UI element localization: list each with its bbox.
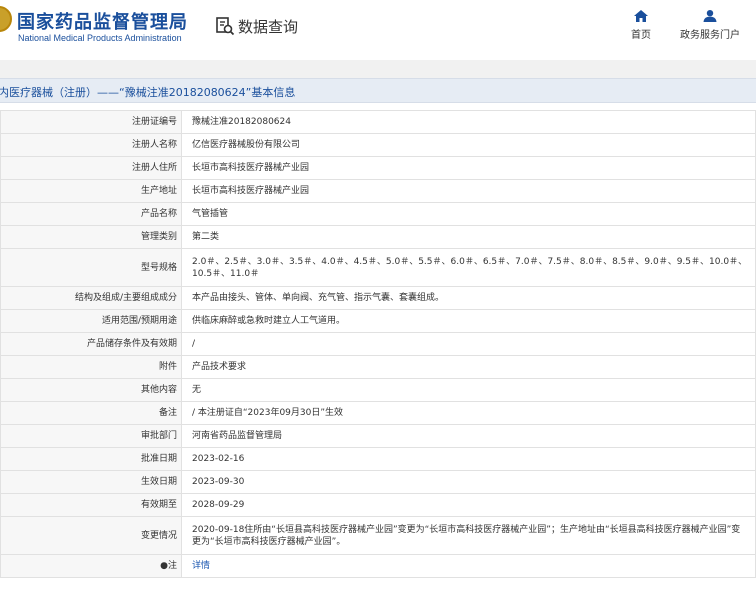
table-row: 产品储存条件及有效期 / xyxy=(0,332,756,356)
row-value: 2028-09-29 xyxy=(181,493,756,517)
row-value: 无 xyxy=(181,378,756,402)
details-link[interactable]: 详情 xyxy=(192,561,210,571)
table-row: 结构及组成/主要组成成分 本产品由接头、管体、单向阀、充气管、指示气囊、套囊组成… xyxy=(0,286,756,310)
row-label: 批准日期 xyxy=(0,447,182,471)
row-label: 审批部门 xyxy=(0,424,182,448)
table-row: 有效期至 2028-09-29 xyxy=(0,493,756,517)
site-title[interactable]: 国家药品监督管理局 xyxy=(17,8,188,34)
row-label: 注册证编号 xyxy=(0,110,182,134)
row-label: 适用范围/预期用途 xyxy=(0,309,182,333)
row-value: 2023-09-30 xyxy=(181,470,756,494)
nav-home-label: 首页 xyxy=(631,30,651,41)
row-label: 有效期至 xyxy=(0,493,182,517)
table-row: ●注 详情 xyxy=(0,554,756,578)
row-value: 亿信医疗器械股份有限公司 xyxy=(181,133,756,157)
site-header: 国家药品监督管理局 National Medical Products Admi… xyxy=(0,0,756,60)
table-row: 生效日期 2023-09-30 xyxy=(0,470,756,494)
row-value: / xyxy=(181,332,756,356)
record-detail-table: 注册证编号 豫械注准20182080624 注册人名称 亿信医疗器械股份有限公司… xyxy=(0,110,756,578)
table-row: 变更情况 2020-09-18住所由“长垣县高科技医疗器械产业园”变更为“长垣市… xyxy=(0,516,756,555)
row-value: 2023-02-16 xyxy=(181,447,756,471)
data-query-label: 数据查询 xyxy=(238,17,299,36)
record-title-bar: 内医疗器械（注册）——“豫械注准20182080624”基本信息 xyxy=(0,78,756,103)
site-title-en: National Medical Products Administration xyxy=(18,33,182,43)
data-search-icon xyxy=(216,17,235,36)
table-row: 产品名称 气管插管 xyxy=(0,202,756,226)
page-title: 内医疗器械（注册）——“豫械注准20182080624”基本信息 xyxy=(0,86,296,99)
row-label: 注册人名称 xyxy=(0,133,182,157)
table-row: 附件 产品技术要求 xyxy=(0,355,756,379)
row-value: 产品技术要求 xyxy=(181,355,756,379)
row-label: 结构及组成/主要组成成分 xyxy=(0,286,182,310)
row-value: 2.0＃、2.5＃、3.0＃、3.5＃、4.0＃、4.5＃、5.0＃、5.5＃、… xyxy=(181,248,756,287)
table-row: 注册人名称 亿信医疗器械股份有限公司 xyxy=(0,133,756,157)
row-value: 第二类 xyxy=(181,225,756,249)
row-value: 供临床麻醉或急救时建立人工气道用。 xyxy=(181,309,756,333)
table-row: 注册证编号 豫械注准20182080624 xyxy=(0,110,756,134)
table-row: 适用范围/预期用途 供临床麻醉或急救时建立人工气道用。 xyxy=(0,309,756,333)
table-row: 型号规格 2.0＃、2.5＃、3.0＃、3.5＃、4.0＃、4.5＃、5.0＃、… xyxy=(0,248,756,287)
note-label: 注 xyxy=(167,561,177,571)
row-label-note: ●注 xyxy=(0,554,182,578)
table-row: 审批部门 河南省药品监督管理局 xyxy=(0,424,756,448)
table-row: 生产地址 长垣市高科技医疗器械产业园 xyxy=(0,179,756,203)
row-label: 管理类别 xyxy=(0,225,182,249)
row-label: 型号规格 xyxy=(0,248,182,287)
row-value: 2020-09-18住所由“长垣县高科技医疗器械产业园”变更为“长垣市高科技医疗… xyxy=(181,516,756,555)
home-icon xyxy=(634,10,648,22)
data-query-link[interactable]: 数据查询 xyxy=(215,15,298,37)
table-row: 其他内容 无 xyxy=(0,378,756,402)
row-label: 附件 xyxy=(0,355,182,379)
nav-home[interactable]: 首页 xyxy=(631,10,651,41)
row-value: 气管插管 xyxy=(181,202,756,226)
row-label: 生效日期 xyxy=(0,470,182,494)
row-label: 产品储存条件及有效期 xyxy=(0,332,182,356)
nav-gov-service-label: 政务服务门户 xyxy=(680,30,740,41)
nmpa-emblem-icon xyxy=(0,6,12,32)
row-value: / 本注册证自“2023年09月30日”生效 xyxy=(181,401,756,425)
row-label: 生产地址 xyxy=(0,179,182,203)
header-divider-band xyxy=(0,60,756,78)
row-value: 本产品由接头、管体、单向阀、充气管、指示气囊、套囊组成。 xyxy=(181,286,756,310)
row-value: 长垣市高科技医疗器械产业园 xyxy=(181,156,756,180)
row-label: 产品名称 xyxy=(0,202,182,226)
nav-gov-service[interactable]: 政务服务门户 xyxy=(680,10,740,41)
table-row: 批准日期 2023-02-16 xyxy=(0,447,756,471)
row-label: 注册人住所 xyxy=(0,156,182,180)
row-value: 豫械注准20182080624 xyxy=(181,110,756,134)
row-label: 备注 xyxy=(0,401,182,425)
row-value: 详情 xyxy=(181,554,756,578)
table-row: 注册人住所 长垣市高科技医疗器械产业园 xyxy=(0,156,756,180)
row-label: 变更情况 xyxy=(0,516,182,555)
note-icon: ● xyxy=(160,561,168,571)
table-row: 管理类别 第二类 xyxy=(0,225,756,249)
row-value: 河南省药品监督管理局 xyxy=(181,424,756,448)
row-label: 其他内容 xyxy=(0,378,182,402)
table-row: 备注 / 本注册证自“2023年09月30日”生效 xyxy=(0,401,756,425)
row-value: 长垣市高科技医疗器械产业园 xyxy=(181,179,756,203)
user-icon xyxy=(703,10,717,22)
